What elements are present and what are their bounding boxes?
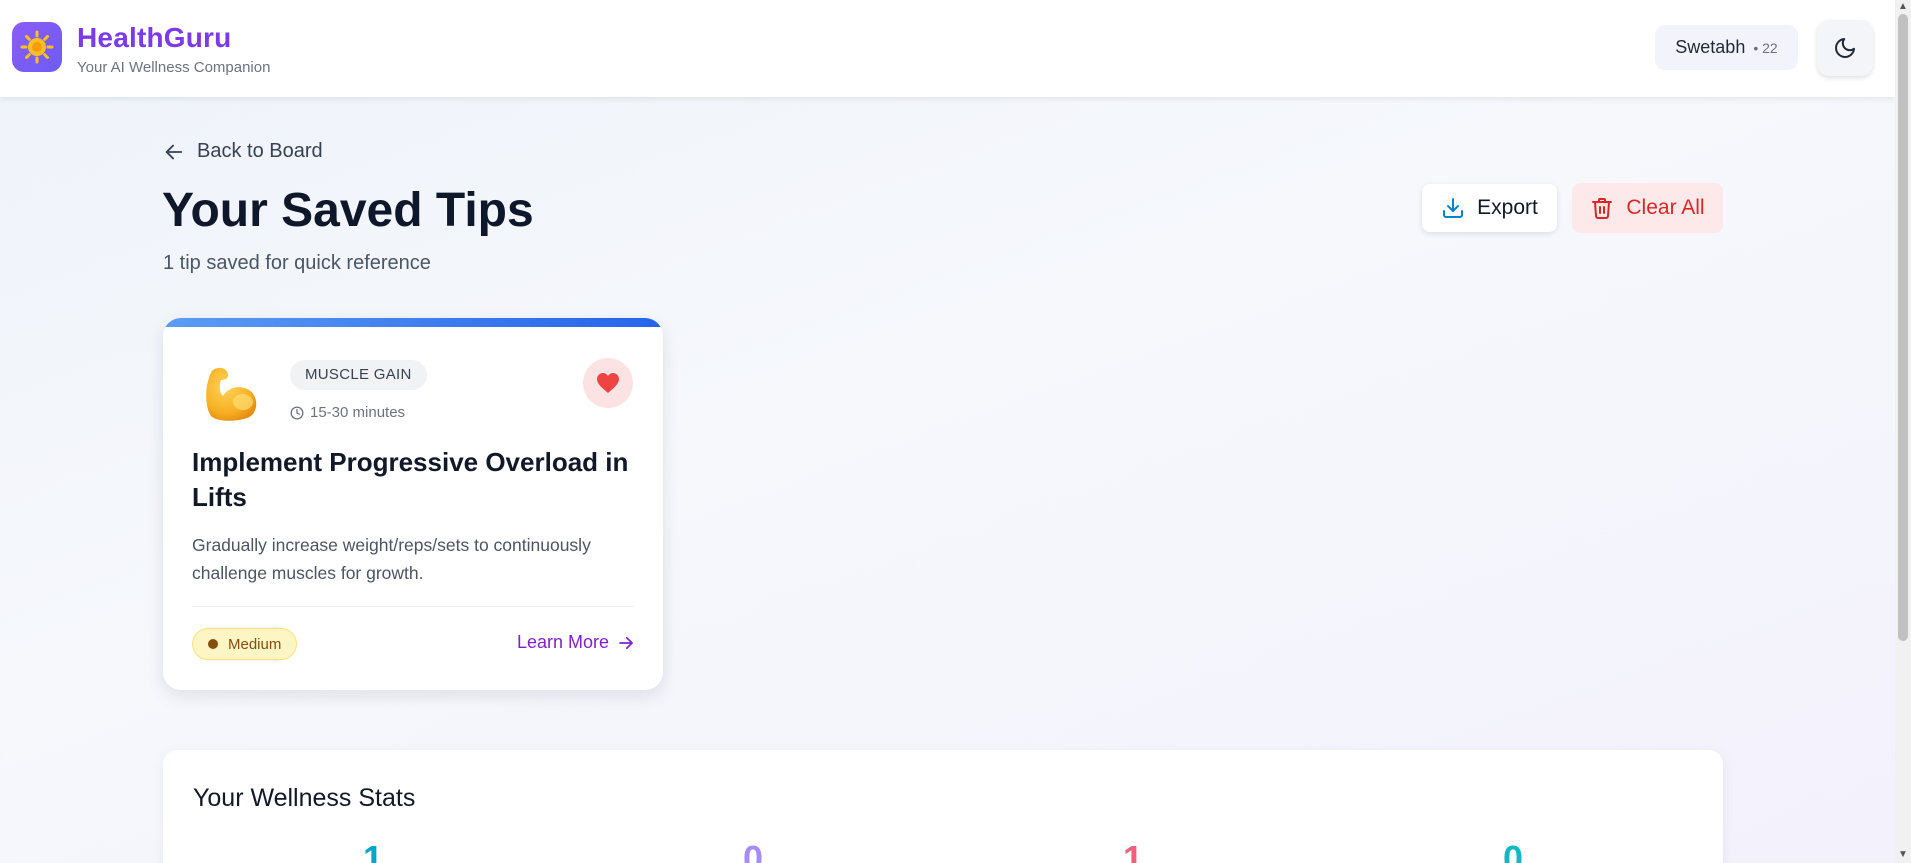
- difficulty-dot-icon: [208, 639, 218, 649]
- moon-icon: [1835, 38, 1855, 58]
- download-icon: [1443, 198, 1464, 218]
- user-profile-pill[interactable]: Swetabh • 22: [1655, 25, 1798, 70]
- scroll-down-arrow-icon[interactable]: ▼: [1898, 850, 1908, 860]
- back-link-label: Back to Board: [197, 140, 323, 162]
- difficulty-badge: Medium: [192, 628, 298, 660]
- stats-title: Your Wellness Stats: [193, 784, 416, 812]
- category-badge: MUSCLE GAIN: [290, 360, 427, 390]
- scroll-up-arrow-icon[interactable]: ▲: [1898, 2, 1908, 12]
- brand-tagline: Your AI Wellness Companion: [77, 59, 271, 76]
- arrow-left-icon: [165, 144, 183, 159]
- wellness-stats-card: Your Wellness Stats 1 0 1 0: [163, 750, 1723, 863]
- brand-name: HealthGuru: [77, 22, 232, 53]
- saved-tip-card[interactable]: MUSCLE GAIN 15-30 minutes Implement Prog…: [163, 318, 663, 690]
- page-subtitle: 1 tip saved for quick reference: [163, 252, 431, 274]
- clear-all-button[interactable]: Clear All: [1572, 183, 1723, 233]
- clear-all-label: Clear All: [1626, 196, 1705, 219]
- learn-more-link[interactable]: Learn More: [517, 632, 635, 653]
- tip-duration: 15-30 minutes: [290, 404, 405, 421]
- favorite-button[interactable]: [583, 358, 633, 408]
- stat-value: 1: [1123, 838, 1144, 863]
- duration-label: 15-30 minutes: [310, 404, 406, 421]
- stat-value: 0: [1503, 838, 1524, 863]
- export-label: Export: [1477, 196, 1538, 219]
- card-accent-bar: [163, 318, 663, 327]
- tip-title: Implement Progressive Overload in Lifts: [192, 447, 629, 512]
- arrow-right-icon: [619, 636, 633, 649]
- app-header: HealthGuru Your AI Wellness Companion Sw…: [0, 0, 1895, 97]
- tip-description: Gradually increase weight/reps/sets to c…: [192, 535, 591, 583]
- learn-more-label: Learn More: [517, 632, 610, 652]
- heart-icon: [597, 373, 619, 393]
- page-title: Your Saved Tips: [162, 184, 534, 237]
- flexed-biceps-icon: [206, 367, 257, 421]
- difficulty-label: Medium: [228, 635, 282, 653]
- scrollbar-thumb[interactable]: [1898, 14, 1908, 641]
- clock-icon: [290, 406, 304, 419]
- export-button[interactable]: Export: [1422, 184, 1557, 232]
- user-age: • 22: [1753, 39, 1778, 56]
- trash-icon: [1592, 198, 1613, 219]
- sun-sparkle-icon: [20, 30, 54, 64]
- stat-value: 0: [743, 838, 764, 863]
- theme-toggle-button[interactable]: [1817, 20, 1873, 76]
- card-divider: [192, 606, 634, 607]
- stat-value: 1: [363, 838, 384, 863]
- app-logo[interactable]: [12, 22, 62, 72]
- back-to-board-link[interactable]: Back to Board: [163, 140, 323, 163]
- user-name: Swetabh: [1675, 37, 1746, 57]
